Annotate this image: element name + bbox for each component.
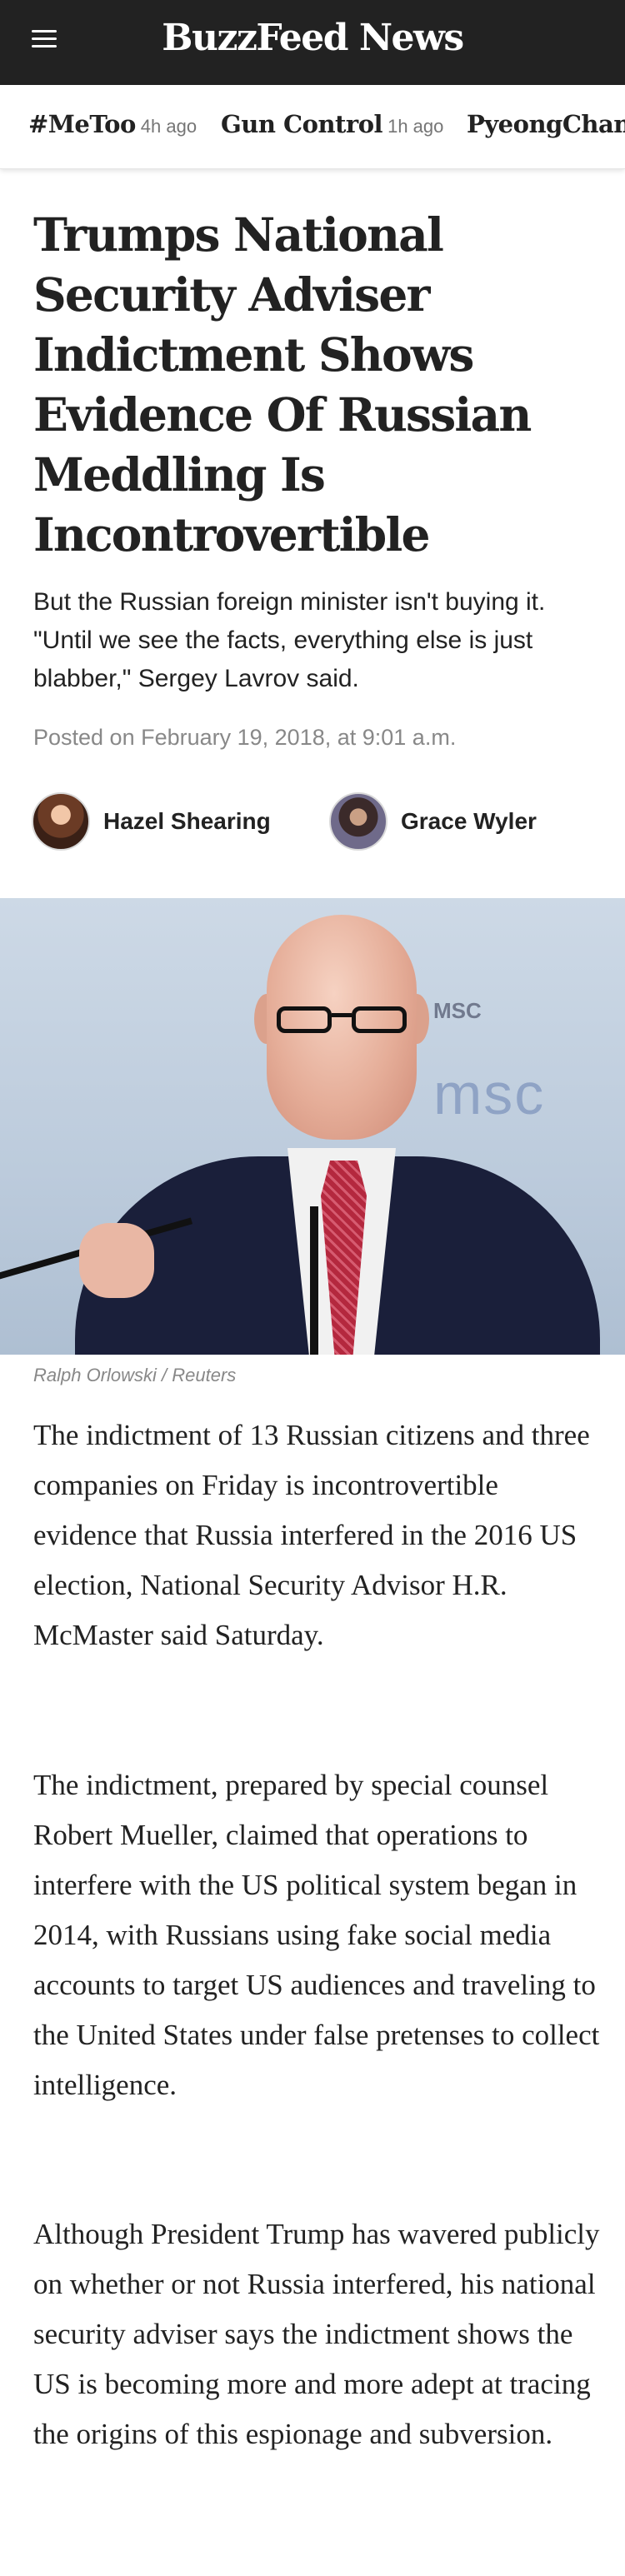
speaker-hand — [79, 1223, 154, 1298]
article-headline: Trumps National Security Adviser Indictm… — [33, 207, 532, 562]
trending-item-metoo[interactable]: #MeToo 4h ago — [28, 110, 197, 138]
conference-logo: msc — [433, 1061, 546, 1126]
trending-topic: #MeToo — [28, 110, 136, 138]
article-paragraph: The indictment of 13 Russian citizens an… — [33, 1419, 590, 1651]
trending-age: 1h ago — [388, 116, 444, 137]
photo-caption: Ralph Orlowski / Reuters — [33, 1365, 237, 1385]
site-logo[interactable]: BuzzFeed News — [0, 17, 625, 59]
article-photo: MSC msc — [0, 898, 625, 1355]
article-dek: But the Russian foreign minister isn't b… — [33, 588, 546, 692]
article-paragraph: The indictment, prepared by special coun… — [33, 1769, 600, 2101]
byline-hazel-shearing[interactable]: Hazel Shearing — [32, 791, 271, 851]
trending-item-gun-control[interactable]: Gun Control 1h ago — [221, 110, 443, 138]
posted-timestamp: Posted on February 19, 2018, at 9:01 a.m… — [33, 725, 457, 750]
site-header: BuzzFeed News — [0, 0, 625, 85]
author-avatar — [329, 792, 388, 851]
trending-topic: PyeongChang — [467, 110, 625, 138]
author-avatar — [32, 792, 90, 851]
author-name: Grace Wyler — [401, 808, 537, 834]
trending-item-pyeongchang[interactable]: PyeongChang — [467, 110, 625, 138]
author-name: Hazel Shearing — [103, 808, 271, 834]
speaker-glasses — [277, 1006, 407, 1035]
byline-grace-wyler[interactable]: Grace Wyler — [329, 791, 537, 851]
trending-age: 4h ago — [140, 116, 198, 137]
microphone — [310, 1206, 318, 1355]
article-paragraph: Although President Trump has wavered pub… — [33, 2218, 600, 2450]
conference-sign-text: MSC — [433, 998, 482, 1023]
trending-topic: Gun Control — [221, 110, 383, 138]
trending-bar: #MeToo 4h ago Gun Control 1h ago PyeongCha… — [0, 85, 625, 169]
